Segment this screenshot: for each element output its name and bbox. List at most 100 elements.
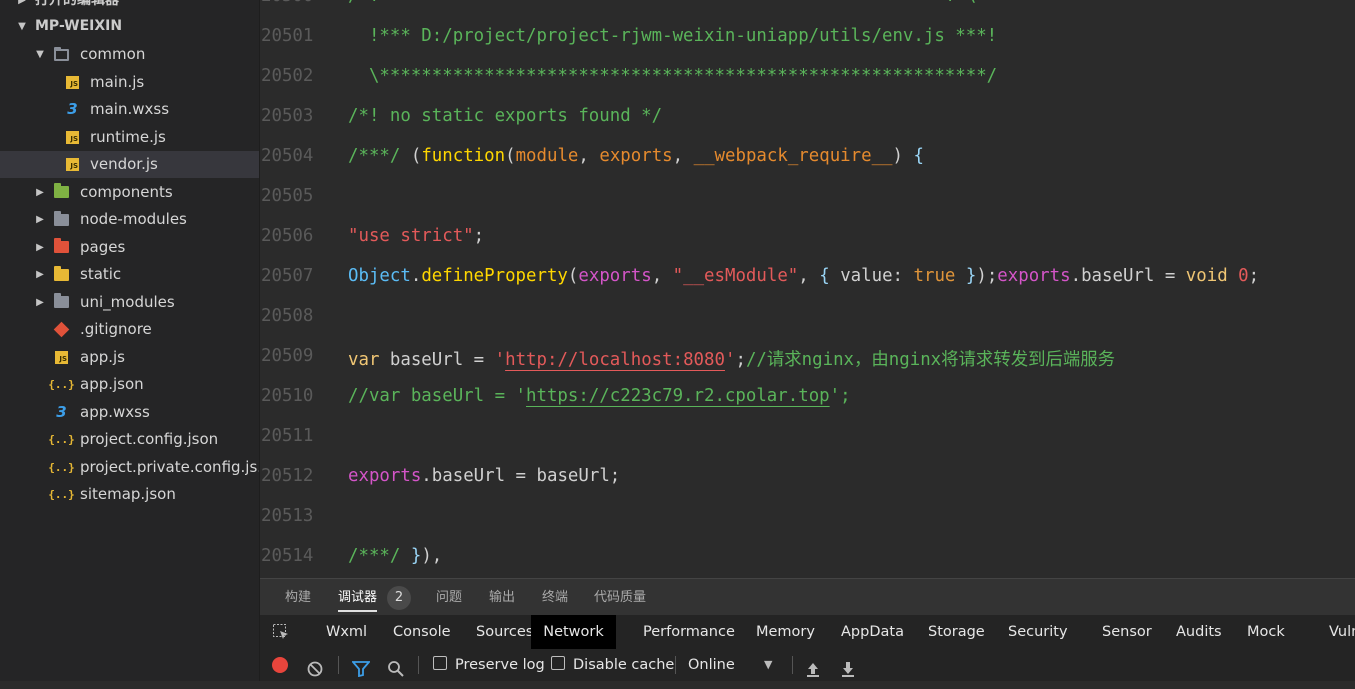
disable-cache-checkbox[interactable]: Disable cache — [551, 649, 674, 681]
devtools-tab[interactable]: Vulner — [1329, 615, 1355, 649]
tree-item-label: app.json — [80, 375, 144, 393]
tree-item[interactable]: JS vendor.js — [0, 151, 259, 178]
tree-item-label: vendor.js — [90, 155, 158, 173]
code-line[interactable]: 20502 \*********************************… — [260, 58, 1355, 98]
tree-item[interactable]: {..} project.private.config.js... — [0, 454, 259, 481]
import-har-icon[interactable] — [805, 657, 821, 677]
js-file-icon: JS — [65, 157, 80, 172]
tree-item[interactable]: 3 app.wxss — [0, 399, 259, 426]
devtools-tab[interactable]: Security — [1008, 615, 1068, 649]
code-text: exports.baseUrl = baseUrl; — [348, 466, 621, 486]
throttling-select[interactable]: Online ▼ — [688, 649, 778, 681]
chevron-right-icon[interactable]: ▶ — [33, 206, 47, 233]
folder-icon — [54, 265, 69, 282]
project-section-header[interactable]: ▼ MP-WEIXIN — [0, 13, 259, 40]
code-line[interactable]: 20505 — [260, 178, 1355, 218]
line-number: 20507 — [261, 266, 314, 286]
throttling-value: Online — [688, 657, 735, 673]
devtools-tab[interactable]: Performance — [643, 615, 735, 649]
devtools-tab[interactable]: Sensor — [1102, 615, 1152, 649]
tree-item[interactable]: ▶ uni_modules — [0, 289, 259, 316]
tree-item[interactable]: ▼ common — [0, 41, 259, 68]
code-text: /***/ }), — [348, 546, 443, 566]
tree-item-label: pages — [80, 237, 126, 256]
code-line[interactable]: 20504 /***/ (function(module, exports, __… — [260, 138, 1355, 178]
code-line[interactable]: 20507 Object.defineProperty(exports, "__e… — [260, 258, 1355, 298]
devtools-tab[interactable]: Wxml — [326, 615, 367, 649]
code-line[interactable]: 20503 /*! no static exports found */ — [260, 98, 1355, 138]
tree-item[interactable]: {..} sitemap.json — [0, 481, 259, 508]
bottom-panel-tabs: 构建 调试器 问题 输出 终端 代码质量 2 — [260, 578, 1355, 616]
tree-item[interactable]: JS app.js — [0, 344, 259, 371]
open-editors-section[interactable]: ▶ 打开的编辑器 — [0, 0, 259, 14]
bottom-tab[interactable]: 构建 — [285, 579, 311, 616]
tree-item[interactable]: .gitignore — [0, 316, 259, 343]
search-icon[interactable] — [387, 657, 404, 677]
folder-icon — [54, 293, 69, 310]
clear-icon[interactable] — [307, 657, 323, 677]
json-file-icon: {..} — [48, 460, 75, 474]
tree-item-label: .gitignore — [80, 320, 152, 338]
code-line[interactable]: 20513 — [260, 498, 1355, 538]
bottom-tab[interactable]: 问题 — [436, 579, 462, 616]
js-file-icon: JS — [54, 350, 69, 365]
devtools-tab[interactable]: Audits — [1176, 615, 1222, 649]
css-file-icon: 3 — [67, 100, 78, 118]
tree-item[interactable]: ▶ components — [0, 179, 259, 206]
code-line[interactable]: 20512 exports.baseUrl = baseUrl; — [260, 458, 1355, 498]
devtools-tab[interactable]: Storage — [928, 615, 985, 649]
tree-item[interactable]: ▶ static — [0, 261, 259, 288]
tree-item[interactable]: ▶ pages — [0, 234, 259, 261]
line-number: 20513 — [261, 506, 314, 526]
disable-cache-label: Disable cache — [573, 657, 675, 673]
tree-item[interactable]: 3 main.wxss — [0, 96, 259, 123]
devtools-tab[interactable]: Memory — [756, 615, 815, 649]
chevron-down-icon[interactable]: ▼ — [33, 41, 47, 68]
tree-item-label: main.js — [90, 72, 145, 91]
code-editor[interactable]: 20500 /*! ! \ 20501 !*** D:/project/projec… — [260, 0, 1355, 578]
export-har-icon[interactable] — [840, 657, 856, 677]
record-button[interactable] — [272, 657, 288, 673]
code-text: "use strict"; — [348, 226, 485, 246]
code-line[interactable]: 20501 !*** D:/project/project-rjwm-weixi… — [260, 18, 1355, 58]
tree-item-label: node-modules — [80, 210, 187, 228]
bottom-tab[interactable]: 输出 — [489, 579, 515, 616]
code-line[interactable]: 20500 /*! ! \ — [260, 0, 1355, 18]
tree-item[interactable]: {..} app.json — [0, 371, 259, 398]
bottom-tab[interactable]: 调试器 — [338, 579, 378, 616]
code-line[interactable]: 20509 var baseUrl = 'http://localhost:808… — [260, 338, 1355, 378]
inspect-element-icon[interactable] — [272, 623, 290, 641]
folder-icon — [54, 183, 69, 200]
chevron-right-icon[interactable]: ▶ — [33, 234, 47, 261]
devtools-tab[interactable]: Network — [531, 615, 616, 649]
code-line[interactable]: 20511 — [260, 418, 1355, 458]
git-file-icon — [53, 321, 70, 338]
filter-icon[interactable] — [351, 657, 371, 678]
code-line[interactable]: 20506 "use strict"; — [260, 218, 1355, 258]
dropdown-arrow-icon: ▼ — [764, 658, 773, 671]
tree-item-label: project.private.config.js... — [80, 457, 259, 476]
code-line[interactable]: 20514 /***/ }), — [260, 538, 1355, 578]
bottom-tab[interactable]: 终端 — [542, 579, 568, 616]
tree-item[interactable]: JS main.js — [0, 69, 259, 96]
preserve-log-label: Preserve log — [455, 657, 545, 673]
folder-icon — [54, 238, 69, 255]
chevron-right-icon[interactable]: ▶ — [33, 289, 47, 316]
code-line[interactable]: 20508 — [260, 298, 1355, 338]
chevron-right-icon[interactable]: ▶ — [33, 179, 47, 206]
chevron-right-icon[interactable]: ▶ — [33, 261, 47, 288]
devtools-tab[interactable]: Console — [393, 615, 451, 649]
code-line[interactable]: 20510 //var baseUrl = 'https://c223c79.r2… — [260, 378, 1355, 418]
bottom-tab[interactable]: 代码质量 — [594, 579, 646, 616]
tree-item[interactable]: ▶ node-modules — [0, 206, 259, 233]
preserve-log-checkbox[interactable]: Preserve log — [433, 649, 545, 681]
devtools-tab[interactable]: Mock — [1247, 615, 1285, 649]
json-file-icon: {..} — [48, 433, 75, 446]
tree-item[interactable]: JS runtime.js — [0, 124, 259, 151]
code-text: //var baseUrl = 'https://c223c79.r2.cpol… — [348, 386, 851, 406]
devtools-tab[interactable]: Sources — [476, 615, 533, 649]
code-text: /*! ! \ — [348, 0, 976, 6]
tree-item[interactable]: {..} project.config.json — [0, 426, 259, 453]
devtools-tab[interactable]: AppData — [841, 615, 904, 649]
line-number: 20500 — [261, 0, 321, 6]
